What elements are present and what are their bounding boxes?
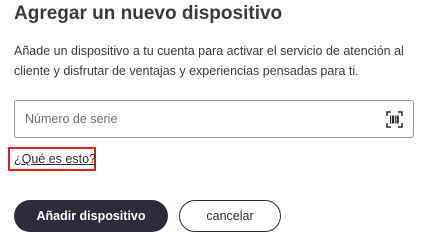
dialog-description: Añade un dispositivo a tu cuenta para ac… (14, 44, 404, 78)
serial-number-field[interactable] (14, 100, 414, 138)
add-device-button[interactable]: Añadir dispositivo (14, 200, 168, 232)
add-device-dialog: Agregar un nuevo dispositivo Añade un di… (0, 0, 430, 250)
dialog-title: Agregar un nuevo dispositivo (14, 3, 283, 24)
barcode-scan-icon[interactable] (386, 111, 403, 128)
serial-number-input[interactable] (25, 101, 375, 137)
cancel-button[interactable]: cancelar (179, 200, 281, 232)
what-is-this-link[interactable]: ¿Qué es esto? (14, 152, 96, 166)
